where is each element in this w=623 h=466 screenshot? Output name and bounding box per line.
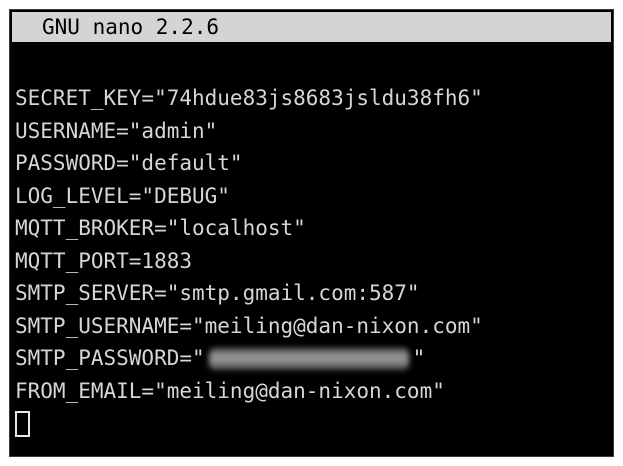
text-cursor bbox=[15, 411, 30, 437]
redacted-password-blur bbox=[208, 348, 409, 370]
cursor-line[interactable] bbox=[15, 407, 613, 440]
config-line-secret-key: SECRET_KEY="74hdue83js8683jsldu38fh6" bbox=[15, 86, 483, 110]
nano-title-bar: GNU nano 2.2.6 bbox=[12, 12, 611, 42]
config-line-password: PASSWORD="default" bbox=[15, 151, 243, 175]
config-line-mqtt-broker: MQTT_BROKER="localhost" bbox=[15, 216, 306, 240]
config-line-username: USERNAME="admin" bbox=[15, 118, 218, 143]
config-line-smtp-password: SMTP_PASSWORD=" " bbox=[15, 342, 613, 375]
config-line-mqtt-port: MQTT_PORT=1883 bbox=[15, 248, 193, 273]
smtp-password-closing-quote: " bbox=[412, 346, 426, 370]
config-line-smtp-server: SMTP_SERVER="smtp.gmail.com:587" bbox=[15, 281, 420, 305]
terminal-window[interactable]: GNU nano 2.2.6 SECRET_KEY="74hdue83js868… bbox=[9, 9, 614, 457]
config-line-smtp-username: SMTP_USERNAME="meiling@dan-nixon.com" bbox=[15, 313, 483, 338]
editor-content[interactable]: SECRET_KEY="74hdue83js8683jsldu38fh6" US… bbox=[15, 82, 613, 440]
config-line-from-email: FROM_EMAIL="meiling@dan-nixon.com" bbox=[15, 378, 445, 403]
smtp-password-key: SMTP_PASSWORD=" bbox=[15, 346, 205, 370]
config-line-log-level: LOG_LEVEL="DEBUG" bbox=[15, 183, 230, 208]
